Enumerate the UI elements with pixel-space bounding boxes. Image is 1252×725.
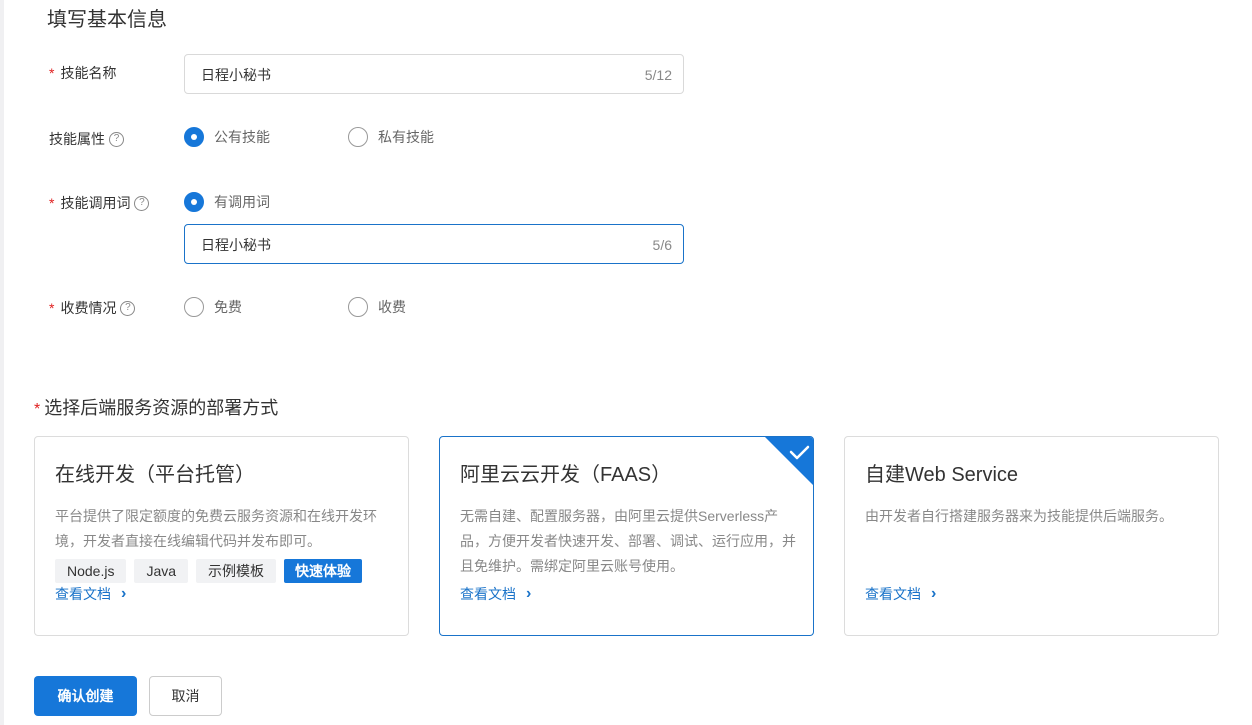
required-asterisk: *: [49, 65, 55, 81]
radio-unchecked-icon: [348, 127, 368, 147]
radio-private-skill[interactable]: 私有技能: [348, 127, 434, 147]
radio-has-invocation-label: 有调用词: [214, 194, 270, 210]
card-description: 无需自建、配置服务器，由阿里云提供Serverless产品，方便开发者快速开发、…: [460, 508, 796, 574]
skill-name-input[interactable]: 日程小秘书 5/12: [184, 54, 684, 94]
radio-checked-icon: [184, 127, 204, 147]
tag-list: Node.js Java 示例模板 快速体验: [55, 559, 363, 583]
fee-label: * 收费情况 ?: [49, 298, 136, 318]
chevron-right-icon: ›: [526, 585, 532, 602]
required-asterisk: *: [49, 300, 55, 316]
section-title-basic-info: 填写基本信息: [47, 9, 167, 31]
invocation-label-text: 技能调用词: [60, 195, 131, 211]
tag-nodejs[interactable]: Node.js: [55, 559, 127, 583]
tag-sample-template[interactable]: 示例模板: [196, 559, 277, 583]
view-docs-link[interactable]: 查看文档 ›: [55, 584, 126, 604]
invocation-value: 日程小秘书: [201, 237, 271, 253]
chevron-right-icon: ›: [121, 585, 127, 602]
radio-free[interactable]: 免费: [184, 297, 242, 317]
radio-private-skill-label: 私有技能: [378, 129, 434, 145]
tag-java[interactable]: Java: [134, 559, 189, 583]
view-docs-label: 查看文档: [460, 586, 516, 602]
deploy-card-self-hosted[interactable]: 自建Web Service 由开发者自行搭建服务器来为技能提供后端服务。 查看文…: [844, 436, 1219, 636]
invocation-input[interactable]: 日程小秘书 5/6: [184, 224, 684, 264]
radio-paid[interactable]: 收费: [348, 297, 406, 317]
skill-name-label-text: 技能名称: [60, 65, 117, 81]
card-title: 阿里云云开发（FAAS）: [460, 464, 672, 486]
question-circle-icon[interactable]: ?: [109, 131, 124, 147]
skill-name-counter: 5/12: [644, 67, 672, 83]
radio-paid-label: 收费: [378, 299, 406, 315]
required-asterisk: *: [49, 195, 55, 211]
deploy-card-online[interactable]: 在线开发（平台托管） 平台提供了限定额度的免费云服务资源和在线开发环境，开发者直…: [34, 436, 409, 636]
fee-label-text: 收费情况: [60, 300, 117, 316]
view-docs-link[interactable]: 查看文档 ›: [460, 584, 531, 604]
view-docs-label: 查看文档: [865, 586, 921, 602]
radio-public-skill-label: 公有技能: [214, 129, 270, 145]
card-description: 平台提供了限定额度的免费云服务资源和在线开发环境，开发者直接在线编辑代码并发布即…: [55, 508, 377, 549]
invocation-label: * 技能调用词 ?: [49, 193, 150, 213]
deploy-card-aliyun-faas[interactable]: 阿里云云开发（FAAS） 无需自建、配置服务器，由阿里云提供Serverless…: [439, 436, 814, 636]
view-docs-label: 查看文档: [55, 586, 111, 602]
card-title: 自建Web Service: [865, 464, 1019, 486]
radio-public-skill[interactable]: 公有技能: [184, 127, 270, 147]
selected-check-icon: [765, 437, 813, 485]
deploy-title-text: 选择后端服务资源的部署方式: [44, 398, 279, 418]
question-circle-icon[interactable]: ?: [134, 195, 150, 211]
skill-property-label-text: 技能属性: [49, 131, 105, 147]
question-circle-icon[interactable]: ?: [120, 300, 136, 316]
quick-try-button[interactable]: 快速体验: [284, 559, 363, 583]
radio-has-invocation[interactable]: 有调用词: [184, 192, 270, 212]
card-description: 由开发者自行搭建服务器来为技能提供后端服务。: [865, 508, 1173, 524]
cancel-button[interactable]: 取消: [149, 676, 222, 716]
confirm-create-button[interactable]: 确认创建: [34, 676, 137, 716]
invocation-counter: 5/6: [652, 237, 672, 253]
radio-free-label: 免费: [214, 299, 242, 315]
required-asterisk: *: [34, 401, 41, 418]
skill-property-label: 技能属性 ?: [49, 129, 124, 149]
deploy-section-title: * 选择后端服务资源的部署方式: [34, 395, 278, 423]
chevron-right-icon: ›: [931, 585, 937, 602]
radio-checked-icon: [184, 192, 204, 212]
radio-unchecked-icon: [184, 297, 204, 317]
card-title: 在线开发（平台托管）: [55, 464, 255, 486]
left-edge-strip: [0, 0, 4, 725]
view-docs-link[interactable]: 查看文档 ›: [865, 584, 936, 604]
skill-name-label: * 技能名称: [49, 63, 116, 83]
skill-name-value: 日程小秘书: [201, 67, 271, 83]
radio-unchecked-icon: [348, 297, 368, 317]
